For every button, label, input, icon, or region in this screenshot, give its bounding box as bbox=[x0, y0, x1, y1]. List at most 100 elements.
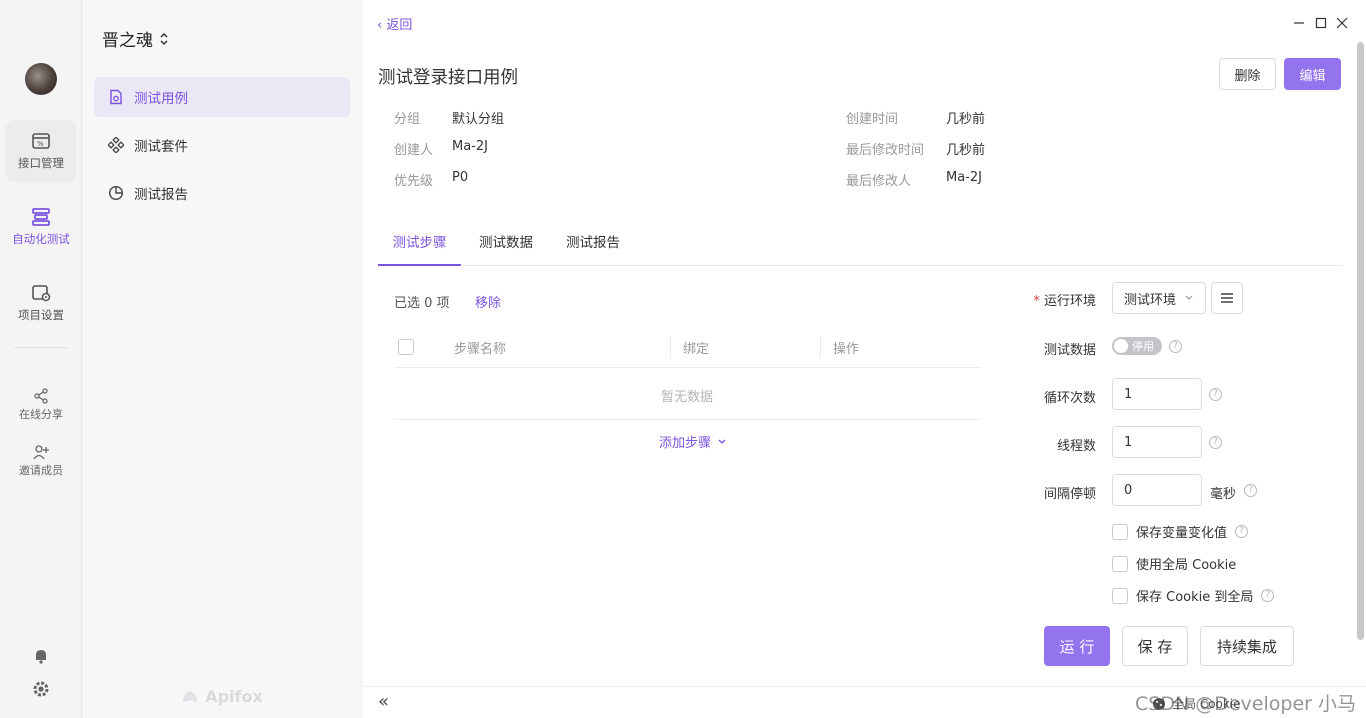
creator-label: 创建人 bbox=[394, 143, 434, 158]
sidebar-item-label: 测试套件 bbox=[134, 139, 188, 155]
vertical-scrollbar[interactable] bbox=[1357, 42, 1364, 640]
sidebar-item-test-suites[interactable]: 测试套件 bbox=[94, 125, 350, 165]
sidebar-item-test-reports[interactable]: 测试报告 bbox=[94, 173, 350, 213]
help-icon[interactable]: ? bbox=[1261, 589, 1275, 602]
global-cookie-checkbox[interactable] bbox=[1112, 555, 1128, 572]
save-cookie-option[interactable]: 保存 Cookie 到全局 ? bbox=[1112, 586, 1275, 605]
detail-tabs: 测试步骤 测试数据 测试报告 bbox=[378, 222, 1342, 266]
help-icon[interactable]: ? bbox=[1244, 484, 1257, 497]
global-cookie-label: 使用全局 Cookie bbox=[1136, 558, 1237, 573]
ci-button[interactable]: 持续集成 bbox=[1200, 626, 1294, 666]
delete-button[interactable]: 删除 bbox=[1219, 58, 1276, 90]
column-divider bbox=[820, 336, 821, 358]
svg-text:%: % bbox=[37, 140, 44, 148]
tab-test-report[interactable]: 测试报告 bbox=[560, 222, 626, 266]
save-cookie-label: 保存 Cookie 到全局 bbox=[1136, 590, 1254, 605]
interval-input[interactable]: 0 bbox=[1112, 474, 1202, 506]
menu-icon bbox=[1221, 293, 1233, 303]
toggle-knob bbox=[1114, 339, 1128, 353]
rail-item-api-management[interactable]: % 接口管理 bbox=[6, 120, 76, 182]
sidebar-item-test-cases[interactable]: 测试用例 bbox=[94, 77, 350, 117]
priority-label: 优先级 bbox=[394, 174, 434, 189]
app-window: % 接口管理 自动化测试 项目设置 在线分享 邀请成员 晋之魂 测试用例 测试套… bbox=[0, 0, 1366, 718]
env-select[interactable]: 测试环境 bbox=[1112, 282, 1206, 314]
nav-rail: % 接口管理 自动化测试 项目设置 在线分享 邀请成员 bbox=[0, 0, 82, 718]
save-button[interactable]: 保 存 bbox=[1122, 626, 1188, 666]
help-icon[interactable]: ? bbox=[1169, 340, 1182, 353]
rail-item-label: 邀请成员 bbox=[19, 464, 63, 477]
save-vars-option[interactable]: 保存变量变化值 ? bbox=[1112, 522, 1249, 541]
rail-item-project-settings[interactable]: 项目设置 bbox=[6, 272, 76, 334]
select-all-checkbox[interactable] bbox=[398, 339, 414, 355]
creator-value: Ma-2J bbox=[452, 139, 488, 154]
collapse-sidebar-button[interactable]: « bbox=[378, 691, 389, 712]
save-cookie-checkbox[interactable] bbox=[1112, 587, 1128, 604]
column-header-step-name: 步骤名称 bbox=[454, 342, 507, 357]
required-mark: * bbox=[1033, 294, 1044, 309]
loops-label: 循环次数 bbox=[1043, 391, 1096, 406]
notification-bell-icon[interactable] bbox=[33, 648, 49, 668]
env-label: * 运行环境 bbox=[996, 290, 1096, 309]
secondary-sidebar: 晋之魂 测试用例 测试套件 测试报告 Apifox bbox=[82, 0, 362, 718]
empty-state: 暂无数据 bbox=[660, 390, 713, 405]
maximize-icon[interactable] bbox=[1312, 14, 1330, 32]
help-icon[interactable]: ? bbox=[1209, 388, 1222, 401]
run-button[interactable]: 运 行 bbox=[1044, 626, 1110, 666]
main-panel: ‹ 返回 测试登录接口用例 删除 编辑 分组 默认分组 创建人 Ma-2J 优先… bbox=[362, 0, 1366, 718]
project-name: 晋之魂 bbox=[102, 31, 153, 51]
rail-item-label: 在线分享 bbox=[19, 408, 63, 421]
column-header-binding: 绑定 bbox=[683, 342, 710, 357]
modified-time-label: 最后修改时间 bbox=[846, 143, 925, 158]
test-suite-icon bbox=[108, 137, 124, 153]
test-case-icon bbox=[110, 89, 122, 105]
chevron-down-icon bbox=[1185, 295, 1193, 300]
modifier-value: Ma-2J bbox=[946, 170, 982, 185]
selected-count: 已选 0 项 bbox=[394, 296, 450, 311]
add-step-dropdown[interactable]: 添加步骤 bbox=[659, 432, 727, 451]
chevron-left-icon: ‹ bbox=[377, 18, 387, 33]
env-manage-button[interactable] bbox=[1211, 282, 1243, 314]
interval-label: 间隔停顿 bbox=[1043, 487, 1096, 502]
rail-item-online-share[interactable]: 在线分享 bbox=[6, 388, 76, 422]
close-icon[interactable] bbox=[1333, 14, 1351, 32]
rail-divider bbox=[14, 347, 68, 348]
add-user-icon bbox=[33, 445, 49, 460]
rail-item-label: 项目设置 bbox=[18, 308, 64, 322]
threads-input[interactable]: 1 bbox=[1112, 426, 1202, 458]
avatar[interactable] bbox=[25, 63, 57, 95]
created-time-value: 几秒前 bbox=[946, 112, 986, 127]
api-folder-icon: % bbox=[32, 133, 50, 149]
env-select-value: 测试环境 bbox=[1124, 292, 1177, 308]
back-link[interactable]: ‹ 返回 bbox=[377, 14, 412, 33]
threads-label: 线程数 bbox=[1056, 439, 1096, 454]
table-header-divider bbox=[394, 367, 980, 368]
rail-item-automation-test[interactable]: 自动化测试 bbox=[6, 196, 76, 258]
add-step-label: 添加步骤 bbox=[659, 436, 712, 451]
watermark: CSDN @Developer 小马 bbox=[1135, 693, 1356, 715]
save-vars-checkbox[interactable] bbox=[1112, 523, 1128, 540]
tab-test-data[interactable]: 测试数据 bbox=[473, 222, 539, 266]
pie-chart-icon bbox=[108, 185, 124, 201]
loops-input[interactable]: 1 bbox=[1112, 378, 1202, 410]
sidebar-item-label: 测试用例 bbox=[134, 91, 188, 107]
global-cookie-option[interactable]: 使用全局 Cookie bbox=[1112, 554, 1236, 573]
edit-button[interactable]: 编辑 bbox=[1284, 58, 1341, 90]
toggle-state: 停用 bbox=[1132, 340, 1154, 353]
status-bar: « 全局 Cookie CSDN @Developer 小马 bbox=[362, 686, 1366, 718]
env-label-text: 运行环境 bbox=[1043, 294, 1096, 309]
group-label: 分组 bbox=[394, 112, 421, 127]
minimize-icon[interactable] bbox=[1290, 14, 1308, 32]
apifox-logo-icon bbox=[183, 690, 198, 703]
test-data-toggle[interactable]: 停用 bbox=[1112, 337, 1162, 355]
help-icon[interactable]: ? bbox=[1235, 525, 1249, 538]
rail-item-invite-members[interactable]: 邀请成员 bbox=[6, 444, 76, 478]
remove-link[interactable]: 移除 bbox=[475, 292, 501, 311]
help-icon[interactable]: ? bbox=[1209, 436, 1222, 449]
project-settings-icon bbox=[32, 285, 51, 302]
tab-test-steps[interactable]: 测试步骤 bbox=[378, 222, 461, 266]
modified-time-value: 几秒前 bbox=[946, 143, 986, 158]
priority-value: P0 bbox=[452, 170, 469, 185]
back-label: 返回 bbox=[386, 18, 413, 33]
project-switcher[interactable]: 晋之魂 bbox=[102, 26, 169, 51]
settings-gear-icon[interactable] bbox=[32, 680, 50, 702]
